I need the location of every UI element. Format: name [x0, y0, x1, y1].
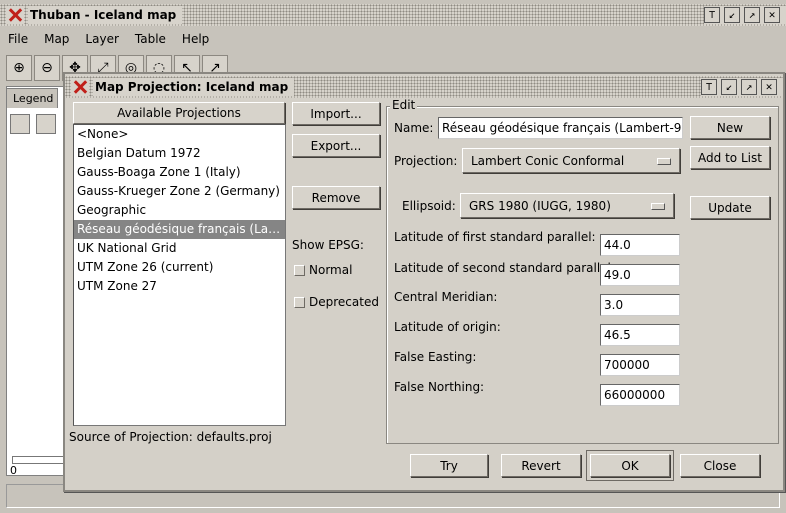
- param-input[interactable]: 46.5: [600, 324, 680, 346]
- remove-button[interactable]: Remove: [292, 186, 380, 209]
- list-item[interactable]: Gauss-Boaga Zone 1 (Italy): [74, 163, 285, 182]
- projection-list[interactable]: <None> Belgian Datum 1972 Gauss-Boaga Zo…: [73, 124, 286, 426]
- main-window-title: Thuban - Iceland map: [28, 6, 183, 24]
- projection-select-value: Lambert Conic Conformal: [471, 153, 625, 168]
- legend-panel: [6, 86, 66, 476]
- menu-table[interactable]: Table: [127, 32, 174, 46]
- projection-select[interactable]: Lambert Conic Conformal: [462, 148, 680, 173]
- param-label: Latitude of origin:: [394, 320, 501, 334]
- try-button[interactable]: Try: [410, 454, 488, 477]
- legend-lower-icon[interactable]: [36, 114, 56, 134]
- close-icon[interactable]: ✕: [764, 7, 780, 23]
- normal-checkbox-label: Normal: [309, 263, 353, 277]
- checkbox-box[interactable]: [294, 296, 305, 308]
- menubar: File Map Layer Table Help: [0, 28, 786, 50]
- param-input[interactable]: 44.0: [600, 234, 680, 256]
- ellipsoid-select[interactable]: GRS 1980 (IUGG, 1980): [460, 193, 674, 218]
- option-indicator-icon: [651, 202, 665, 210]
- menu-layer[interactable]: Layer: [77, 32, 126, 46]
- param-input[interactable]: 700000: [600, 354, 680, 376]
- available-projections-header[interactable]: Available Projections: [73, 102, 285, 124]
- scalebar: [12, 456, 66, 464]
- checkbox-box[interactable]: [294, 264, 305, 276]
- list-item[interactable]: UTM Zone 27: [74, 277, 285, 296]
- add-to-list-button[interactable]: Add to List: [690, 146, 770, 169]
- name-input[interactable]: Réseau géodésique français (Lambert-93): [438, 117, 683, 139]
- legend-raise-icon[interactable]: [10, 114, 30, 134]
- projection-dialog: Map Projection: Iceland map ⊤ ↙ ↗ ✕ Avai…: [63, 72, 785, 492]
- minimize-icon[interactable]: ↙: [721, 79, 737, 95]
- list-item[interactable]: Geographic: [74, 201, 285, 220]
- export-button[interactable]: Export...: [292, 134, 380, 157]
- close-button[interactable]: Close: [680, 454, 760, 477]
- zoom-out-icon[interactable]: ⊖: [34, 55, 60, 81]
- pin-icon[interactable]: ⊤: [704, 7, 720, 23]
- param-input[interactable]: 3.0: [600, 294, 680, 316]
- option-indicator-icon: [657, 157, 671, 165]
- dialog-title: Map Projection: Iceland map: [93, 78, 295, 96]
- param-label: Latitude of first standard parallel:: [394, 230, 596, 244]
- list-item[interactable]: Gauss-Krueger Zone 2 (Germany): [74, 182, 285, 201]
- revert-button[interactable]: Revert: [501, 454, 581, 477]
- new-button[interactable]: New: [690, 116, 770, 139]
- pin-icon[interactable]: ⊤: [701, 79, 717, 95]
- legend-tab[interactable]: Legend: [6, 88, 58, 108]
- deprecated-checkbox[interactable]: Deprecated: [294, 295, 379, 309]
- param-input[interactable]: 49.0: [600, 264, 680, 286]
- list-item[interactable]: Belgian Datum 1972: [74, 144, 285, 163]
- param-label: False Northing:: [394, 380, 485, 394]
- close-icon[interactable]: ✕: [761, 79, 777, 95]
- show-epsg-label: Show EPSG:: [292, 238, 364, 252]
- param-input[interactable]: 66000000: [600, 384, 680, 406]
- main-titlebar[interactable]: Thuban - Iceland map ⊤ ↙ ↗ ✕: [0, 4, 786, 26]
- ok-button[interactable]: OK: [590, 454, 670, 477]
- menu-help[interactable]: Help: [174, 32, 217, 46]
- update-button[interactable]: Update: [690, 196, 770, 219]
- param-label: Central Meridian:: [394, 290, 498, 304]
- ellipsoid-select-value: GRS 1980 (IUGG, 1980): [469, 198, 611, 213]
- param-label: Latitude of second standard parallel:: [394, 261, 615, 275]
- maximize-icon[interactable]: ↗: [741, 79, 757, 95]
- projection-label: Projection:: [394, 154, 458, 168]
- deprecated-checkbox-label: Deprecated: [309, 295, 379, 309]
- param-label: False Easting:: [394, 350, 477, 364]
- menu-map[interactable]: Map: [36, 32, 77, 46]
- list-item-selected[interactable]: Réseau géodésique français (Lam…: [74, 220, 285, 239]
- zoom-in-icon[interactable]: ⊕: [6, 55, 32, 81]
- dialog-titlebar[interactable]: Map Projection: Iceland map ⊤ ↙ ↗ ✕: [65, 76, 783, 98]
- normal-checkbox[interactable]: Normal: [294, 263, 352, 277]
- minimize-icon[interactable]: ↙: [724, 7, 740, 23]
- list-item[interactable]: UTM Zone 26 (current): [74, 258, 285, 277]
- edit-group-label: Edit: [390, 98, 418, 112]
- list-item[interactable]: UK National Grid: [74, 239, 285, 258]
- x-logo-icon: [71, 78, 89, 96]
- source-of-projection: Source of Projection: defaults.proj: [69, 430, 272, 444]
- menu-file[interactable]: File: [0, 32, 36, 46]
- ellipsoid-label: Ellipsoid:: [402, 199, 456, 213]
- name-label: Name:: [394, 121, 434, 135]
- list-item[interactable]: <None>: [74, 125, 285, 144]
- import-button[interactable]: Import...: [292, 102, 380, 125]
- x-logo-icon: [6, 6, 24, 24]
- scale-value: 0: [10, 464, 17, 477]
- maximize-icon[interactable]: ↗: [744, 7, 760, 23]
